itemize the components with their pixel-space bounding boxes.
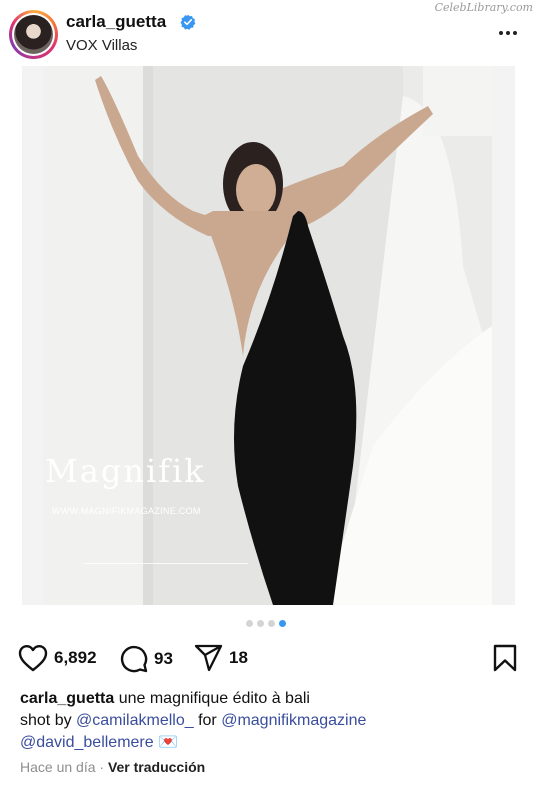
post-time: Hace un día <box>20 759 96 775</box>
post-username[interactable]: carla_guetta <box>66 12 166 32</box>
carousel-dot-active[interactable] <box>279 620 286 627</box>
caption-text: shot by <box>20 712 77 729</box>
mention-link[interactable]: @david_bellemere <box>20 734 154 751</box>
like-button[interactable]: 6,892 <box>18 644 97 672</box>
carousel-dot[interactable] <box>246 620 253 627</box>
share-icon <box>194 644 223 672</box>
more-options-icon[interactable] <box>497 22 519 44</box>
mention-link[interactable]: @magnifikmagazine <box>221 712 366 729</box>
comment-count: 93 <box>154 648 173 668</box>
carousel-indicator <box>246 620 286 627</box>
envelope-emoji: 💌 <box>158 734 179 751</box>
mention-link[interactable]: @camilakmello_ <box>76 712 194 729</box>
share-button[interactable]: 18 <box>194 644 248 672</box>
overlay-site: WWW.MAGNIFIKMAGAZINE.COM <box>52 506 201 516</box>
caption-text: for <box>193 712 222 729</box>
post-header: carla_guetta VOX Villas <box>0 0 537 66</box>
bookmark-icon <box>493 644 517 672</box>
avatar[interactable] <box>9 10 58 59</box>
share-count: 18 <box>229 648 248 667</box>
post-meta: Hace un día · Ver traducción <box>20 759 205 775</box>
comment-button[interactable]: 93 <box>119 644 173 673</box>
overlay-brand: Magnifik <box>45 452 206 490</box>
photo-illustration <box>43 66 492 605</box>
like-count: 6,892 <box>54 648 97 667</box>
carousel-dot[interactable] <box>268 620 275 627</box>
meta-separator: · <box>99 759 105 775</box>
heart-icon <box>18 645 48 672</box>
action-bar: 6,892 93 18 <box>0 640 537 676</box>
comment-icon <box>120 645 148 673</box>
post-image[interactable] <box>43 66 492 605</box>
carousel-dot[interactable] <box>257 620 264 627</box>
caption-text: une magnifique édito à bali <box>114 690 310 707</box>
post-caption: carla_guetta une magnifique édito à bali… <box>20 688 520 754</box>
overlay-divider <box>83 563 248 564</box>
caption-author[interactable]: carla_guetta <box>20 690 114 707</box>
verified-badge-icon <box>180 14 196 30</box>
save-button[interactable] <box>492 644 518 677</box>
post-location[interactable]: VOX Villas <box>66 37 137 54</box>
translate-link[interactable]: Ver traducción <box>108 759 205 775</box>
